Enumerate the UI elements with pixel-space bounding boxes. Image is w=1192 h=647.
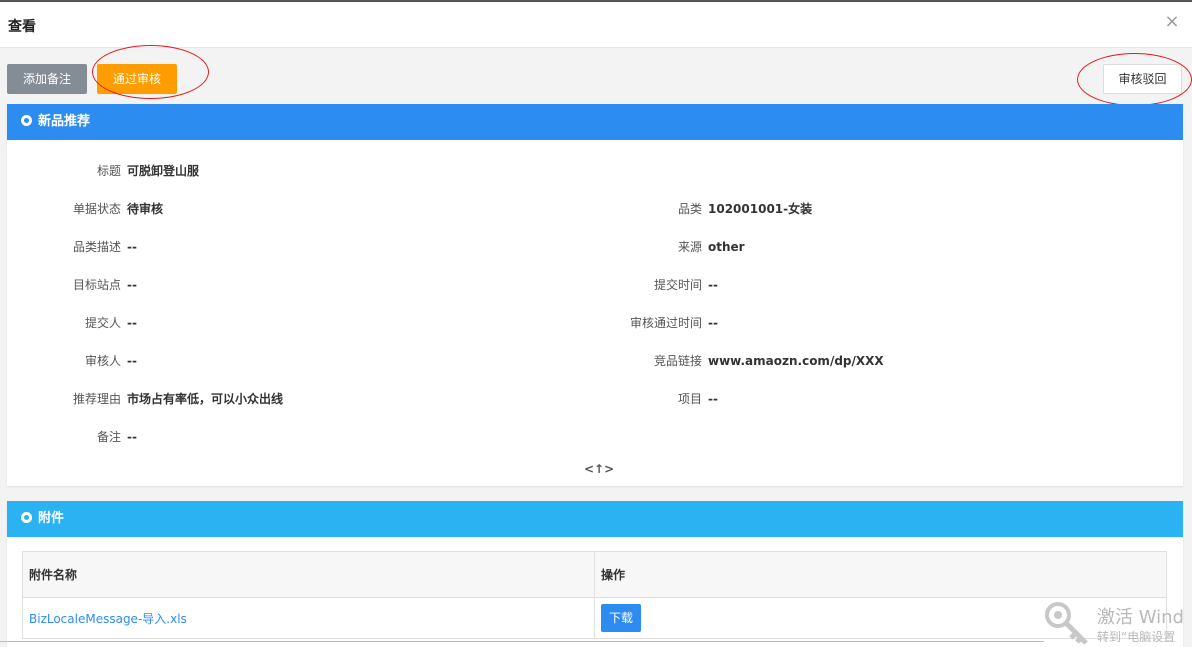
attachment-panel-header: 附件 xyxy=(7,501,1183,537)
column-header-action: 操作 xyxy=(594,551,1167,598)
field-value: 102001001-女装 xyxy=(708,202,813,216)
key-icon xyxy=(1045,602,1088,645)
field-value: -- xyxy=(127,430,137,444)
field-label: 推荐理由 xyxy=(72,392,121,406)
dialog-title: 查看 xyxy=(8,19,36,35)
field-value: other xyxy=(708,240,745,254)
field-label: 来源 xyxy=(677,240,702,254)
approve-button[interactable]: 通过审核 xyxy=(97,64,177,94)
field-value: -- xyxy=(708,278,718,292)
field-label: 备注 xyxy=(96,430,121,444)
add-note-button[interactable]: 添加备注 xyxy=(7,64,87,94)
field-label: 品类 xyxy=(677,202,702,216)
field-label: 品类描述 xyxy=(72,240,121,254)
field-label: 竞品链接 xyxy=(653,354,702,368)
field-label: 项目 xyxy=(677,392,702,406)
field-reason: 推荐理由 市场占有率低，可以小众出线 xyxy=(7,389,607,409)
bottom-divider xyxy=(0,641,1044,642)
field-label: 审核通过时间 xyxy=(629,316,702,330)
field-value: 可脱卸登山服 xyxy=(127,164,200,178)
field-label: 提交时间 xyxy=(653,278,702,292)
field-value: www.amaozn.com/dp/XXX xyxy=(708,354,884,368)
field-label: 审核人 xyxy=(84,354,121,368)
field-submitter: 提交人 -- xyxy=(7,313,607,333)
field-approve-time: 审核通过时间 -- xyxy=(587,313,1177,333)
field-project: 项目 -- xyxy=(587,389,1177,409)
attachment-panel: 附件 附件名称 操作 BizLocaleMessage-导入.xls 下载 xyxy=(7,501,1183,647)
reject-button[interactable]: 审核驳回 xyxy=(1103,64,1182,94)
panel-title: 新品推荐 xyxy=(38,114,91,129)
close-icon[interactable]: × xyxy=(1164,12,1180,32)
field-value: -- xyxy=(708,392,718,406)
field-value: -- xyxy=(127,240,137,254)
field-category: 品类 102001001-女装 xyxy=(587,199,1177,219)
field-submit-time: 提交时间 -- xyxy=(587,275,1177,295)
field-reviewer: 审核人 -- xyxy=(7,351,607,371)
watermark-line2: 转到“电脑设置 xyxy=(1097,630,1176,644)
field-label: 目标站点 xyxy=(72,278,121,292)
field-category-desc: 品类描述 -- xyxy=(7,237,607,257)
field-title: 标题 可脱卸登山服 xyxy=(7,161,607,181)
field-label: 标题 xyxy=(96,164,121,178)
field-value: 待审核 xyxy=(127,202,164,216)
new-product-panel-header: 新品推荐 xyxy=(7,104,1183,140)
table-row: BizLocaleMessage-导入.xls 下载 xyxy=(22,597,1167,639)
field-status: 单据状态 待审核 xyxy=(7,199,607,219)
activation-watermark: 激活 Wind 转到“电脑设置 xyxy=(1044,601,1192,647)
attachment-file-link[interactable]: BizLocaleMessage-导入.xls xyxy=(29,612,187,626)
field-competitor-link: 竞品链接 www.amaozn.com/dp/XXX xyxy=(587,351,1177,371)
field-value: -- xyxy=(127,354,137,368)
field-target-site: 目标站点 -- xyxy=(7,275,607,295)
field-value: -- xyxy=(708,316,718,330)
column-header-name: 附件名称 xyxy=(22,551,595,598)
panel-title: 附件 xyxy=(38,511,65,526)
table-header-row: 附件名称 操作 xyxy=(22,551,1167,598)
wordpress-icon xyxy=(21,115,32,126)
attachment-table: 附件名称 操作 BizLocaleMessage-导入.xls 下载 xyxy=(22,551,1167,639)
dialog-header: 查看 × xyxy=(0,2,1192,48)
download-button[interactable]: 下载 xyxy=(601,604,641,632)
field-remark: 备注 -- xyxy=(7,427,607,447)
field-value: -- xyxy=(127,316,137,330)
collapse-toggle-icon[interactable]: <↑> xyxy=(584,462,614,476)
watermark-line1: 激活 Wind xyxy=(1097,607,1184,628)
field-label: 提交人 xyxy=(84,316,121,330)
field-label: 单据状态 xyxy=(72,202,121,216)
new-product-panel: 新品推荐 标题 可脱卸登山服 单据状态 待审核 品类描述 -- 目标站点 -- … xyxy=(7,104,1183,486)
field-value: -- xyxy=(127,278,137,292)
field-source: 来源 other xyxy=(587,237,1177,257)
wordpress-icon xyxy=(21,512,32,523)
field-value: 市场占有率低，可以小众出线 xyxy=(127,392,284,406)
